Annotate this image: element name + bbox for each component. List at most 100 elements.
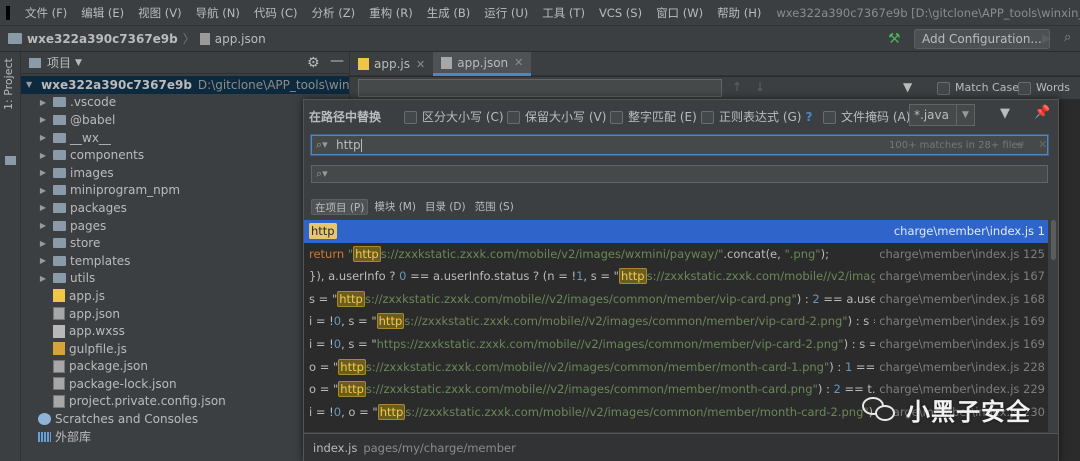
- arrow-up-icon[interactable]: ↑: [732, 80, 742, 94]
- menu-analyze[interactable]: 分析 (Z): [305, 5, 363, 21]
- tree-root[interactable]: ▼ wxe322a390c7367e9b D:\gitclone\APP_too…: [21, 76, 349, 94]
- chevron-right-icon[interactable]: ▶: [38, 115, 48, 124]
- tree-file[interactable]: package-lock.json: [21, 375, 349, 393]
- scrollbar-thumb[interactable]: [1051, 220, 1056, 260]
- tab-app-json[interactable]: app.json ✕: [433, 52, 532, 76]
- folder-label: pages: [70, 218, 107, 233]
- tree-folder[interactable]: ▶ @babel: [21, 111, 349, 129]
- search-result-row[interactable]: o = " http s://zxxkstatic.zxxk.com/mobile/…: [304, 355, 1048, 379]
- pin-icon[interactable]: 📌: [1034, 105, 1050, 120]
- wxss-file-icon: [53, 324, 65, 338]
- chevron-right-icon[interactable]: ▶: [38, 203, 48, 212]
- search-result-row[interactable]: i = !0, s = "https://zxxkstatic.zxxk.com…: [304, 332, 1048, 356]
- json-file-icon: [441, 56, 453, 69]
- filter-icon[interactable]: ▼: [1000, 106, 1010, 121]
- results-scrollbar[interactable]: [1049, 220, 1058, 432]
- file-mask-option[interactable]: 文件掩码 (A):: [823, 108, 914, 125]
- tree-file[interactable]: app.wxss: [21, 322, 349, 340]
- chevron-down-icon[interactable]: ▼: [26, 80, 32, 89]
- chevron-right-icon[interactable]: ▶: [38, 274, 48, 283]
- tree-folder[interactable]: ▶ .vscode: [21, 94, 349, 112]
- chevron-right-icon[interactable]: ▶: [38, 221, 48, 230]
- menu-view[interactable]: 视图 (V): [131, 5, 189, 21]
- tree-file[interactable]: project.private.config.json: [21, 393, 349, 411]
- project-view-selector[interactable]: 项目: [47, 54, 71, 71]
- scope-module[interactable]: 模块 (M): [371, 199, 419, 215]
- whole-words-option[interactable]: 整字匹配 (E): [610, 108, 697, 125]
- tree-folder[interactable]: ▶ __wx__: [21, 129, 349, 147]
- search-result-row[interactable]: }), a.userInfo ? 0 == a.userInfo.status …: [304, 265, 1048, 288]
- menu-navigate[interactable]: 导航 (N): [189, 5, 247, 21]
- match-case-option[interactable]: 区分大小写 (C): [404, 108, 504, 125]
- search-icon[interactable]: ⌕▾: [316, 138, 328, 152]
- menu-refactor[interactable]: 重构 (R): [362, 5, 420, 21]
- tree-folder[interactable]: ▶ templates: [21, 252, 349, 270]
- tree-folder[interactable]: ▶ utils: [21, 270, 349, 288]
- arrow-down-icon[interactable]: ↓: [755, 80, 765, 94]
- scope-project[interactable]: 在项目 (P): [311, 199, 369, 215]
- replace-input[interactable]: ⌕▾: [311, 165, 1048, 183]
- tree-external-libraries[interactable]: 外部库: [21, 428, 349, 446]
- tree-file[interactable]: app.json: [21, 305, 349, 323]
- scope-custom[interactable]: 范围 (S): [472, 199, 517, 215]
- menu-file[interactable]: 文件 (F): [18, 5, 74, 21]
- tree-folder[interactable]: ▶ components: [21, 146, 349, 164]
- editor-search-input[interactable]: [358, 79, 722, 97]
- tree-folder[interactable]: ▶ miniprogram_npm: [21, 182, 349, 200]
- close-icon[interactable]: ✕: [514, 56, 523, 69]
- help-icon[interactable]: ?: [805, 110, 812, 124]
- build-hammer-icon[interactable]: ⚒: [888, 31, 904, 47]
- file-mask-select[interactable]: *.java ▼: [909, 104, 975, 126]
- search-result-row[interactable]: s = " http s://zxxkstatic.zxxk.com/mobile/…: [304, 287, 1048, 311]
- words-checkbox[interactable]: Words: [1018, 81, 1070, 95]
- menu-build[interactable]: 生成 (B): [420, 5, 478, 21]
- new-line-icon[interactable]: ↵: [1016, 138, 1025, 151]
- chevron-right-icon[interactable]: ▶: [38, 239, 48, 248]
- scope-directory[interactable]: 目录 (D): [422, 199, 469, 215]
- menu-window[interactable]: 窗口 (W): [649, 5, 710, 21]
- menu-vcs[interactable]: VCS (S): [592, 6, 649, 20]
- search-input[interactable]: ⌕▾ http 100+ matches in 28+ files ↵ ✕: [311, 135, 1048, 155]
- breadcrumb-project[interactable]: wxe322a390c7367e9b: [27, 32, 178, 46]
- tree-folder[interactable]: ▶ images: [21, 164, 349, 182]
- menu-code[interactable]: 代码 (C): [247, 5, 305, 21]
- menu-run[interactable]: 运行 (U): [477, 5, 535, 21]
- tree-file[interactable]: package.json: [21, 358, 349, 376]
- window-title: wxe322a390c7367e9b [D:\gitclone\APP_tool…: [776, 5, 1080, 20]
- menu-tools[interactable]: 工具 (T): [535, 5, 592, 21]
- close-icon[interactable]: ✕: [416, 58, 425, 71]
- project-tool-window-tab[interactable]: 1: Project: [2, 58, 15, 110]
- chevron-right-icon[interactable]: ▶: [38, 256, 48, 265]
- search-result-row[interactable]: return " http s://zxxkstatic.zxxk.com/mobi…: [304, 242, 1048, 266]
- tree-folder[interactable]: ▶ store: [21, 234, 349, 252]
- chevron-right-icon[interactable]: ▶: [38, 98, 48, 107]
- regex-option[interactable]: 正则表达式 (G)?: [701, 108, 812, 125]
- chevron-down-icon[interactable]: ▼: [956, 105, 974, 125]
- chevron-right-icon[interactable]: ▶: [38, 186, 48, 195]
- tree-file[interactable]: app.js: [21, 287, 349, 305]
- match-case-checkbox[interactable]: Match Case: [937, 81, 1019, 95]
- tab-app-js[interactable]: app.js ✕: [350, 52, 433, 76]
- menu-edit[interactable]: 编辑 (E): [74, 5, 131, 21]
- search-icon[interactable]: ⌕▾: [316, 167, 328, 181]
- search-everywhere-icon[interactable]: ⌕: [1064, 30, 1071, 45]
- breadcrumb-file[interactable]: app.json: [215, 32, 266, 46]
- preserve-case-option[interactable]: 保留大小写 (V): [507, 108, 606, 125]
- tree-scratches[interactable]: Scratches and Consoles: [21, 410, 349, 428]
- tree-folder[interactable]: ▶ packages: [21, 199, 349, 217]
- gear-icon[interactable]: ⚙: [307, 55, 320, 71]
- run-icon[interactable]: ▶: [1042, 31, 1051, 45]
- menu-help[interactable]: 帮助 (H): [710, 5, 768, 21]
- chevron-right-icon[interactable]: ▶: [38, 168, 48, 177]
- clear-icon[interactable]: ✕: [1038, 138, 1047, 151]
- tree-folder[interactable]: ▶ pages: [21, 217, 349, 235]
- search-result-row[interactable]: i = !0, s = "https://zxxkstatic.zxxk.com…: [304, 310, 1048, 333]
- chevron-right-icon[interactable]: ▶: [38, 151, 48, 160]
- search-result-row[interactable]: http charge\member\index.js 1: [304, 220, 1048, 243]
- tree-file[interactable]: gulpfile.js: [21, 340, 349, 358]
- minimize-icon[interactable]: —: [330, 53, 344, 69]
- filter-icon[interactable]: ▼: [903, 80, 912, 94]
- chevron-down-icon[interactable]: ▼: [75, 58, 82, 68]
- chevron-right-icon[interactable]: ▶: [38, 133, 48, 142]
- add-configuration-button[interactable]: Add Configuration...: [914, 29, 1050, 49]
